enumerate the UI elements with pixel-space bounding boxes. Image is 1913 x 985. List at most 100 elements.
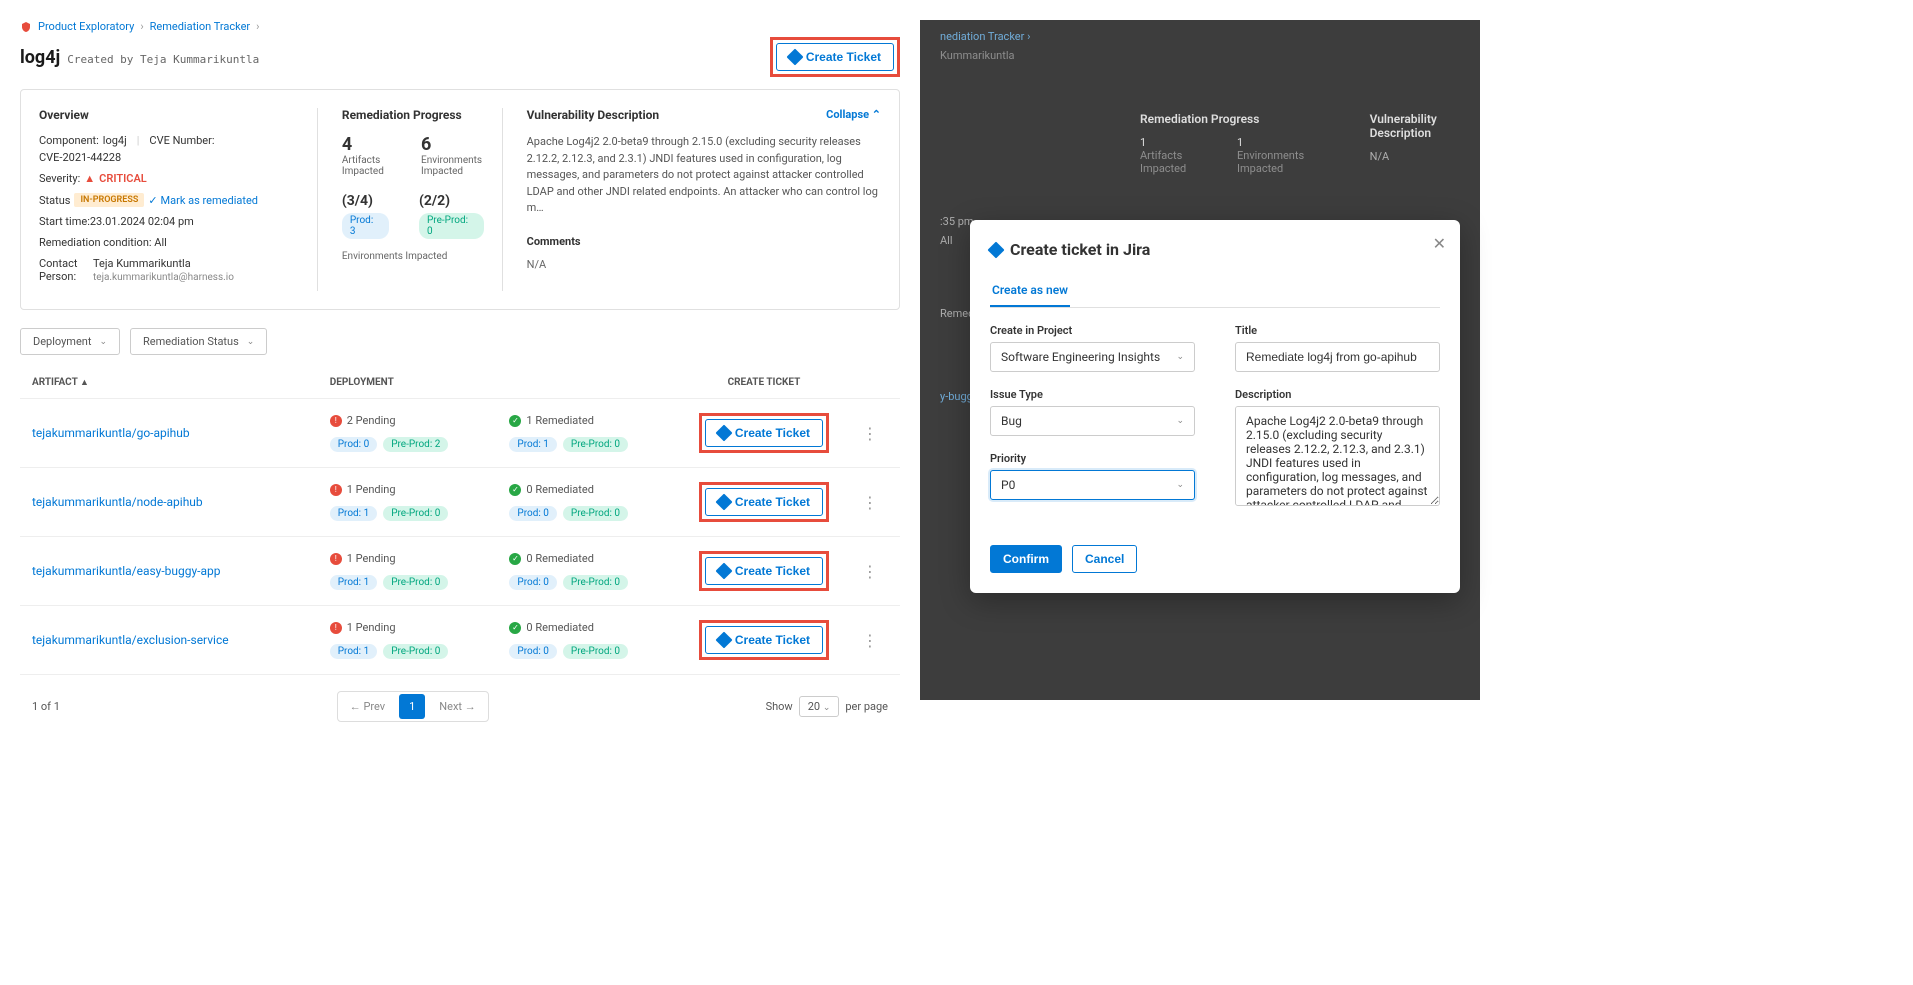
issue-type-select[interactable]: Bug ⌄ xyxy=(990,406,1195,436)
status-dot-green-icon: ✓ xyxy=(509,553,521,565)
chevron-down-icon: ⌄ xyxy=(1176,416,1184,426)
status-dot-red-icon: ! xyxy=(330,622,342,634)
status-dot-red-icon: ! xyxy=(330,484,342,496)
chevron-down-icon: ⌄ xyxy=(1176,480,1184,490)
mark-remediated-link[interactable]: ✓ Mark as remediated xyxy=(148,194,258,207)
artifact-link[interactable]: tejakummarikuntla/exclusion-service xyxy=(32,633,229,647)
create-ticket-row-button[interactable]: Create Ticket xyxy=(705,626,823,654)
row-menu-icon[interactable]: ⋮ xyxy=(862,631,877,650)
tab-create-as-new[interactable]: Create as new xyxy=(990,275,1070,307)
highlight-create-ticket-row: Create Ticket xyxy=(699,482,829,522)
remediation-condition: Remediation condition: All xyxy=(39,236,299,249)
col-deploy-header: DEPLOYMENT xyxy=(330,377,677,388)
desc-textarea[interactable] xyxy=(1235,406,1440,506)
diamond-icon xyxy=(715,563,732,580)
comments-heading: Comments xyxy=(527,235,881,248)
preprod-tag: Pre-Prod: 0 xyxy=(419,213,484,239)
highlight-create-ticket-row: Create Ticket xyxy=(699,551,829,591)
remediated-label: 1 Remediated xyxy=(526,414,594,427)
priority-select[interactable]: P0 ⌄ xyxy=(990,470,1195,500)
page-title: log4j xyxy=(20,47,60,68)
start-time: Start time:23.01.2024 02:04 pm xyxy=(39,215,299,228)
comments-na: N/A xyxy=(527,258,881,271)
created-by: Created by Teja Kummarikuntla xyxy=(67,53,259,66)
artifact-link[interactable]: tejakummarikuntla/easy-buggy-app xyxy=(32,564,221,578)
prev-button[interactable]: ← Prev xyxy=(340,694,395,719)
col-ticket-header: CREATE TICKET xyxy=(677,377,851,388)
cancel-button[interactable]: Cancel xyxy=(1072,545,1137,573)
row-menu-icon[interactable]: ⋮ xyxy=(862,424,877,443)
status-dot-green-icon: ✓ xyxy=(509,415,521,427)
confirm-button[interactable]: Confirm xyxy=(990,545,1062,573)
progress-heading: Remediation Progress xyxy=(342,108,484,122)
page-1-button[interactable]: 1 xyxy=(399,694,425,719)
pending-label: 1 Pending xyxy=(347,621,396,634)
highlight-create-ticket-row: Create Ticket xyxy=(699,413,829,453)
severity-value: CRITICAL xyxy=(99,172,147,185)
desc-label: Description xyxy=(1235,388,1440,401)
title-input[interactable] xyxy=(1235,342,1440,372)
diamond-icon xyxy=(715,632,732,649)
create-ticket-header-button[interactable]: Create Ticket xyxy=(776,43,894,71)
status-dot-red-icon: ! xyxy=(330,415,342,427)
breadcrumb-home[interactable]: Product Exploratory xyxy=(38,20,134,33)
diamond-icon xyxy=(715,494,732,511)
triangle-icon: ▲ xyxy=(84,172,95,185)
status-dot-green-icon: ✓ xyxy=(509,484,521,496)
create-ticket-row-button[interactable]: Create Ticket xyxy=(705,488,823,516)
diamond-icon xyxy=(786,49,803,66)
check-icon: ✓ xyxy=(148,194,157,207)
collapse-link[interactable]: Collapse ⌃ xyxy=(826,108,881,121)
table-row: tejakummarikuntla/node-apihub !1 Pending… xyxy=(20,467,900,536)
modal-title: Create ticket in Jira xyxy=(1010,240,1150,259)
chevron-up-icon: ⌃ xyxy=(872,108,881,121)
chevron-down-icon: ⌄ xyxy=(99,337,107,347)
remediated-label: 0 Remediated xyxy=(526,552,594,565)
artifact-link[interactable]: tejakummarikuntla/node-apihub xyxy=(32,495,203,509)
remediated-label: 0 Remediated xyxy=(526,483,594,496)
artifact-link[interactable]: tejakummarikuntla/go-apihub xyxy=(32,426,190,440)
envs-impacted-count: 6 xyxy=(421,134,484,155)
overview-heading: Overview xyxy=(39,108,299,122)
per-page-select[interactable]: 20 ⌄ xyxy=(799,696,840,717)
remediation-status-filter[interactable]: Remediation Status ⌄ xyxy=(130,328,267,355)
project-select[interactable]: Software Engineering Insights ⌄ xyxy=(990,342,1195,372)
row-menu-icon[interactable]: ⋮ xyxy=(862,562,877,581)
highlight-create-ticket: Create Ticket xyxy=(770,37,900,77)
sort-icon: ▲ xyxy=(80,378,89,388)
title-label: Title xyxy=(1235,324,1440,337)
table-row: tejakummarikuntla/easy-buggy-app ! 1 Pend… xyxy=(20,536,900,605)
col-artifact-header[interactable]: ARTIFACT ▲ xyxy=(32,377,330,388)
remediated-label: 0 Remediated xyxy=(526,621,594,634)
breadcrumb: Product Exploratory › Remediation Tracke… xyxy=(20,20,900,33)
chevron-down-icon: ⌄ xyxy=(823,703,831,713)
shield-icon xyxy=(20,21,32,33)
status-dot-red-icon: ! xyxy=(330,553,342,565)
close-icon[interactable]: ✕ xyxy=(1433,234,1446,253)
status-badge: IN-PROGRESS xyxy=(74,193,144,207)
status-dot-green-icon: ✓ xyxy=(509,622,521,634)
breadcrumb-section[interactable]: Remediation Tracker xyxy=(150,20,251,33)
pending-label: 1 Pending xyxy=(347,552,396,565)
table-row: tejakummarikuntla/go-apihub !2 Pending P… xyxy=(20,398,900,467)
create-ticket-row-button[interactable]: Create Ticket xyxy=(705,419,823,447)
create-ticket-row-button[interactable]: Create Ticket xyxy=(705,557,823,585)
pagination-info: 1 of 1 xyxy=(32,700,60,713)
create-ticket-modal: ✕ Create ticket in Jira Create as new Cr… xyxy=(970,220,1460,593)
artifacts-impacted-count: 4 xyxy=(342,134,391,155)
chevron-down-icon: ⌄ xyxy=(247,337,255,347)
pending-label: 2 Pending xyxy=(347,414,396,427)
vuln-description: Apache Log4j2 2.0-beta9 through 2.15.0 (… xyxy=(527,134,881,217)
chevron-down-icon: ⌄ xyxy=(1176,352,1184,362)
table-row: tejakummarikuntla/exclusion-service ! 1 P… xyxy=(20,605,900,674)
next-button[interactable]: Next → xyxy=(429,694,485,719)
prod-tag: Prod: 3 xyxy=(342,213,389,239)
issue-type-label: Issue Type xyxy=(990,388,1195,401)
diamond-icon xyxy=(715,425,732,442)
deployment-filter[interactable]: Deployment ⌄ xyxy=(20,328,120,355)
diamond-icon xyxy=(988,241,1005,258)
project-label: Create in Project xyxy=(990,324,1195,337)
priority-label: Priority xyxy=(990,452,1195,465)
row-menu-icon[interactable]: ⋮ xyxy=(862,493,877,512)
highlight-create-ticket-row: Create Ticket xyxy=(699,620,829,660)
